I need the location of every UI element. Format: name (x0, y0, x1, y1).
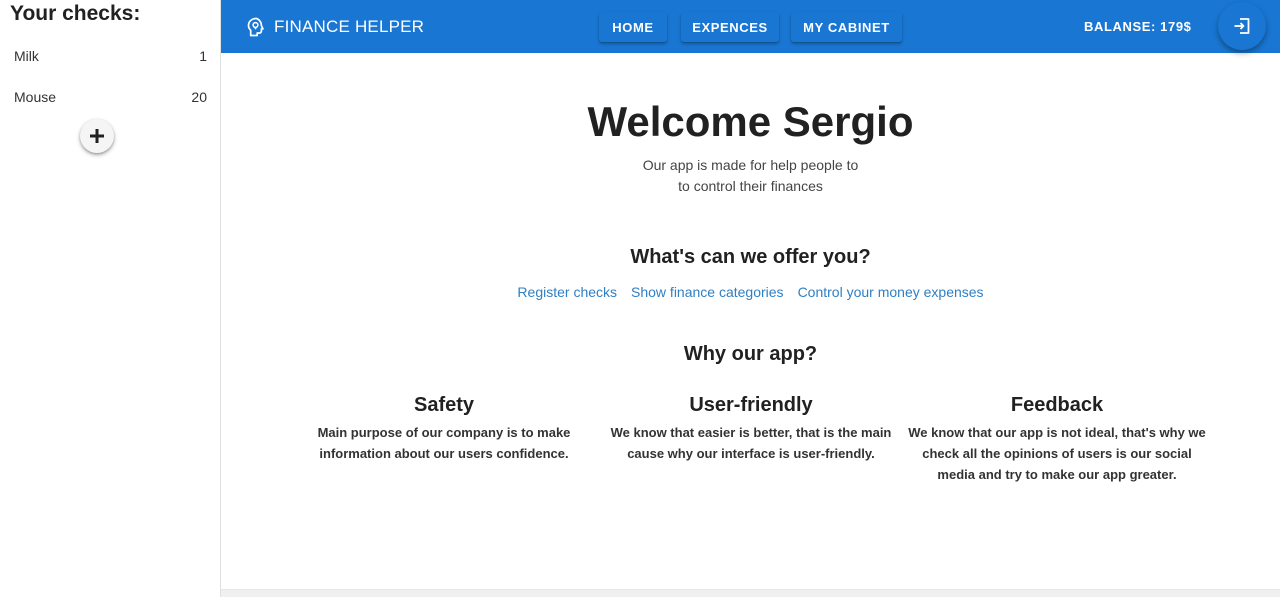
offer-links: Register checks Show finance categories … (221, 284, 1280, 300)
nav-expences-button[interactable]: EXPENCES (681, 12, 779, 42)
check-name: Mouse (14, 89, 57, 105)
feature-title: User-friendly (689, 394, 813, 416)
show-finance-categories-link[interactable]: Show finance categories (631, 284, 784, 300)
feature-user-friendly: User-friendly We know that easier is bet… (601, 394, 901, 464)
check-amount: 20 (191, 89, 207, 105)
nav-my-cabinet-button[interactable]: MY CABINET (791, 12, 902, 42)
head-lightbulb-icon (247, 17, 264, 36)
register-checks-link[interactable]: Register checks (517, 284, 617, 300)
feature-text: Main purpose of our company is to make i… (317, 425, 571, 461)
brand[interactable]: FINANCE HELPER (246, 0, 424, 53)
why-heading: Why our app? (683, 343, 818, 365)
offer-heading: What's can we offer you? (630, 246, 871, 268)
add-check-button[interactable] (80, 119, 114, 153)
intro-text: Our app is made for help people to to co… (221, 155, 1280, 197)
feature-title: Safety (413, 394, 475, 416)
feature-text: We know that easier is better, that is t… (610, 425, 892, 461)
home-content: Welcome Sergio Our app is made for help … (221, 53, 1280, 589)
plus-icon (90, 129, 104, 143)
check-item[interactable]: Milk 1 (0, 36, 221, 76)
feature-title: Feedback (1010, 394, 1104, 416)
check-name: Milk (14, 48, 39, 64)
welcome-heading: Welcome Sergio (587, 98, 914, 145)
sidebar-title: Your checks: (10, 2, 141, 25)
check-item[interactable]: Mouse 20 (0, 77, 221, 117)
checks-sidebar: Your checks: Milk 1 Mouse 20 (0, 0, 221, 597)
nav-home-button[interactable]: HOME (599, 12, 667, 42)
app-root: Your checks: Milk 1 Mouse 20 FINANCE HEL… (0, 0, 1280, 597)
balance-display: BALANSE: 179$ (1084, 19, 1192, 34)
feature-safety: Safety Main purpose of our company is to… (294, 394, 594, 464)
logout-button[interactable] (1218, 2, 1266, 50)
top-app-bar: FINANCE HELPER HOME EXPENCES MY CABINET … (221, 0, 1280, 53)
brand-name: FINANCE HELPER (274, 16, 425, 36)
intro-line: Our app is made for help people to (642, 157, 859, 173)
control-money-expenses-link[interactable]: Control your money expenses (798, 284, 984, 300)
footer-strip (221, 589, 1280, 597)
logout-icon (1234, 18, 1250, 34)
feature-text: We know that our app is not ideal, that'… (908, 425, 1206, 482)
feature-feedback: Feedback We know that our app is not ide… (907, 394, 1207, 485)
intro-line: to control their finances (678, 178, 823, 194)
check-amount: 1 (199, 48, 207, 64)
